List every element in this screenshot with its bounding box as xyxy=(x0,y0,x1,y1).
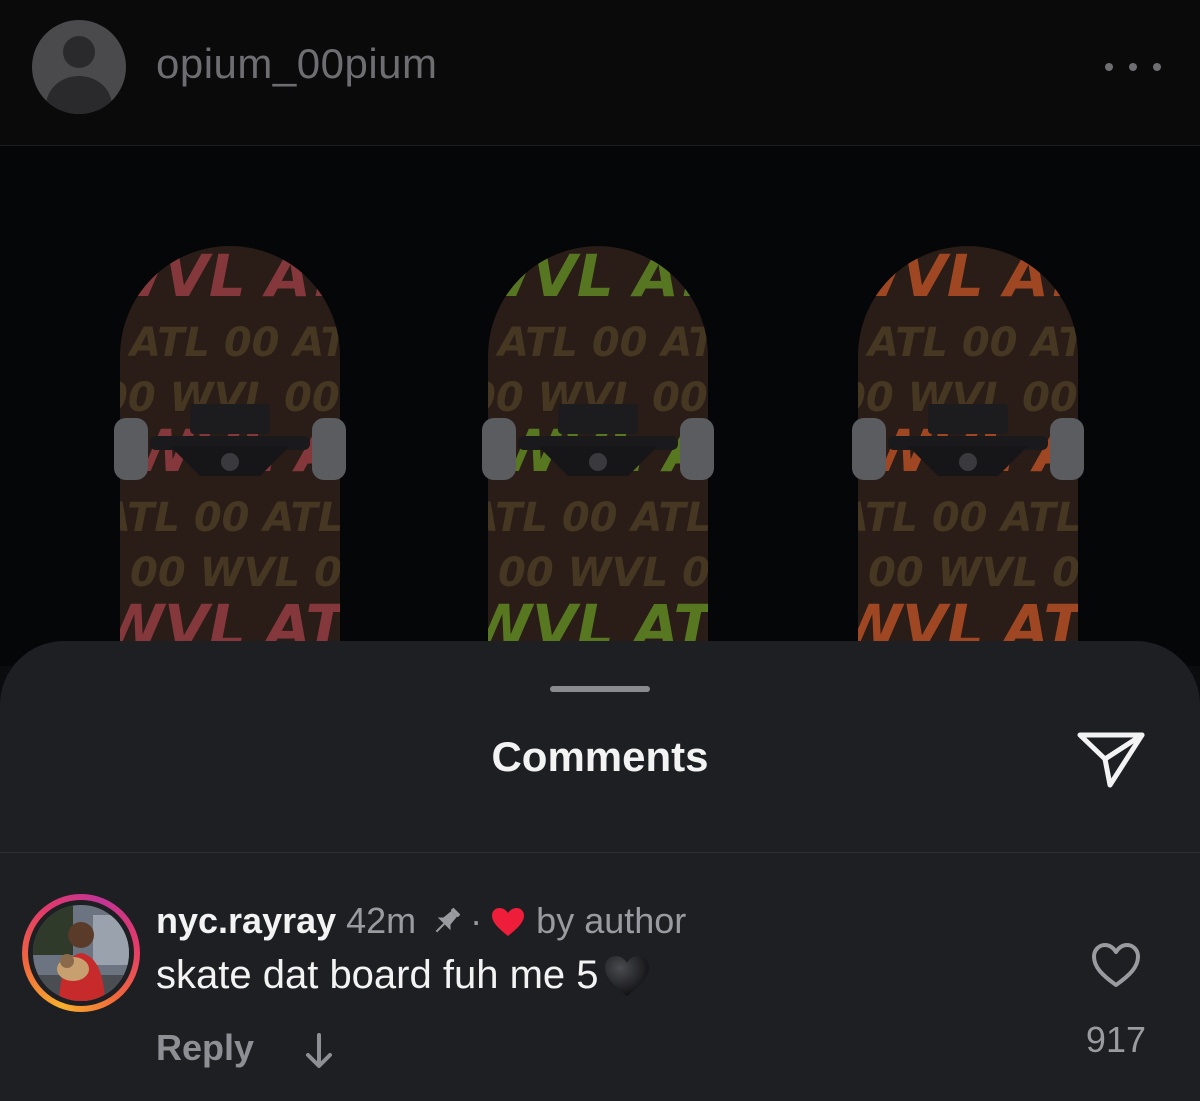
skateboard-deck: WVL ATL WVLATL 00 ATL00 WVL 00WVL ATL WV… xyxy=(835,242,1200,666)
black-heart-icon xyxy=(603,954,651,998)
red-heart-icon xyxy=(490,905,526,937)
wheel xyxy=(312,418,346,480)
wheel xyxy=(482,418,516,480)
deck-tag-text: WVL ATL WVL xyxy=(838,242,1200,310)
deck-tag-text: WVL ATL WVL xyxy=(468,242,916,310)
comment-text: skate dat board fuh me 5 xyxy=(156,953,599,997)
like-count: 917 xyxy=(1085,1019,1146,1060)
drag-handle[interactable] xyxy=(550,686,650,692)
deck-tag-text: 00 WVL 00 xyxy=(130,550,370,596)
avatar-torso xyxy=(46,76,112,114)
more-horizontal-icon xyxy=(1129,63,1137,71)
paper-plane-icon xyxy=(1077,732,1145,788)
skateboards-illustration: WVL ATL WVL ATL 00 ATL 00 WVL 00 WVL ATL WV… xyxy=(97,242,1200,666)
truck-baseplate xyxy=(190,404,270,434)
wheel xyxy=(114,418,148,480)
deck-tag-text: ATL 00 ATL xyxy=(835,495,1081,541)
deck-tag-text: ATL 00 ATL xyxy=(97,495,343,541)
reply-button[interactable]: Reply xyxy=(156,1027,254,1069)
more-horizontal-icon xyxy=(1153,63,1161,71)
comment-timestamp: 42m xyxy=(346,900,417,941)
deck-tag-text: 00 WVL 00 xyxy=(498,550,738,596)
arrow-down-icon[interactable] xyxy=(302,1031,336,1071)
comment-avatar-story-ring[interactable] xyxy=(22,894,140,1012)
deck-tag-text: ATL 00 ATL xyxy=(127,320,373,366)
kingpin xyxy=(959,453,977,471)
more-options-button[interactable] xyxy=(1105,52,1161,82)
comment-avatar xyxy=(33,905,129,1001)
deck-tag-text: 00 WVL 00 xyxy=(868,550,1108,596)
comment-username[interactable]: nyc.rayray xyxy=(156,900,336,942)
avatar-photo xyxy=(33,905,129,1001)
post-username[interactable]: opium_00pium xyxy=(156,40,438,88)
heart-outline-icon xyxy=(1092,943,1140,987)
deck-tag-text: ATL 00 ATL xyxy=(495,320,741,366)
deck-tag-text: WVL ATL WVL xyxy=(100,242,548,310)
pin-icon xyxy=(430,904,464,938)
meta-separator: · xyxy=(470,900,483,941)
comments-sheet: Comments nyc.rayray 42m · by author skat… xyxy=(0,641,1200,1101)
kingpin xyxy=(589,453,607,471)
liked-by-author-label: by author xyxy=(536,900,687,941)
deck-tag-text: ATL 00 ATL xyxy=(465,495,711,541)
like-button[interactable] xyxy=(1090,941,1142,989)
avatar[interactable] xyxy=(32,20,126,114)
wheel xyxy=(680,418,714,480)
share-button[interactable] xyxy=(1076,727,1146,791)
wheel xyxy=(1050,418,1084,480)
more-horizontal-icon xyxy=(1105,63,1113,71)
truck-baseplate xyxy=(558,404,638,434)
truck-baseplate xyxy=(928,404,1008,434)
post-header: opium_00pium xyxy=(0,0,1200,146)
comments-title: Comments xyxy=(491,733,709,780)
comment-meta: nyc.rayray 42m · by author xyxy=(156,899,686,943)
wheel xyxy=(852,418,886,480)
deck-tag-text: ATL 00 ATL xyxy=(865,320,1111,366)
divider xyxy=(0,852,1200,853)
kingpin xyxy=(221,453,239,471)
comment-body: skate dat board fuh me 5 xyxy=(156,953,651,998)
post-image[interactable]: WVL ATL WVL ATL 00 ATL 00 WVL 00 WVL ATL WV… xyxy=(0,146,1200,666)
avatar-head xyxy=(63,36,95,68)
